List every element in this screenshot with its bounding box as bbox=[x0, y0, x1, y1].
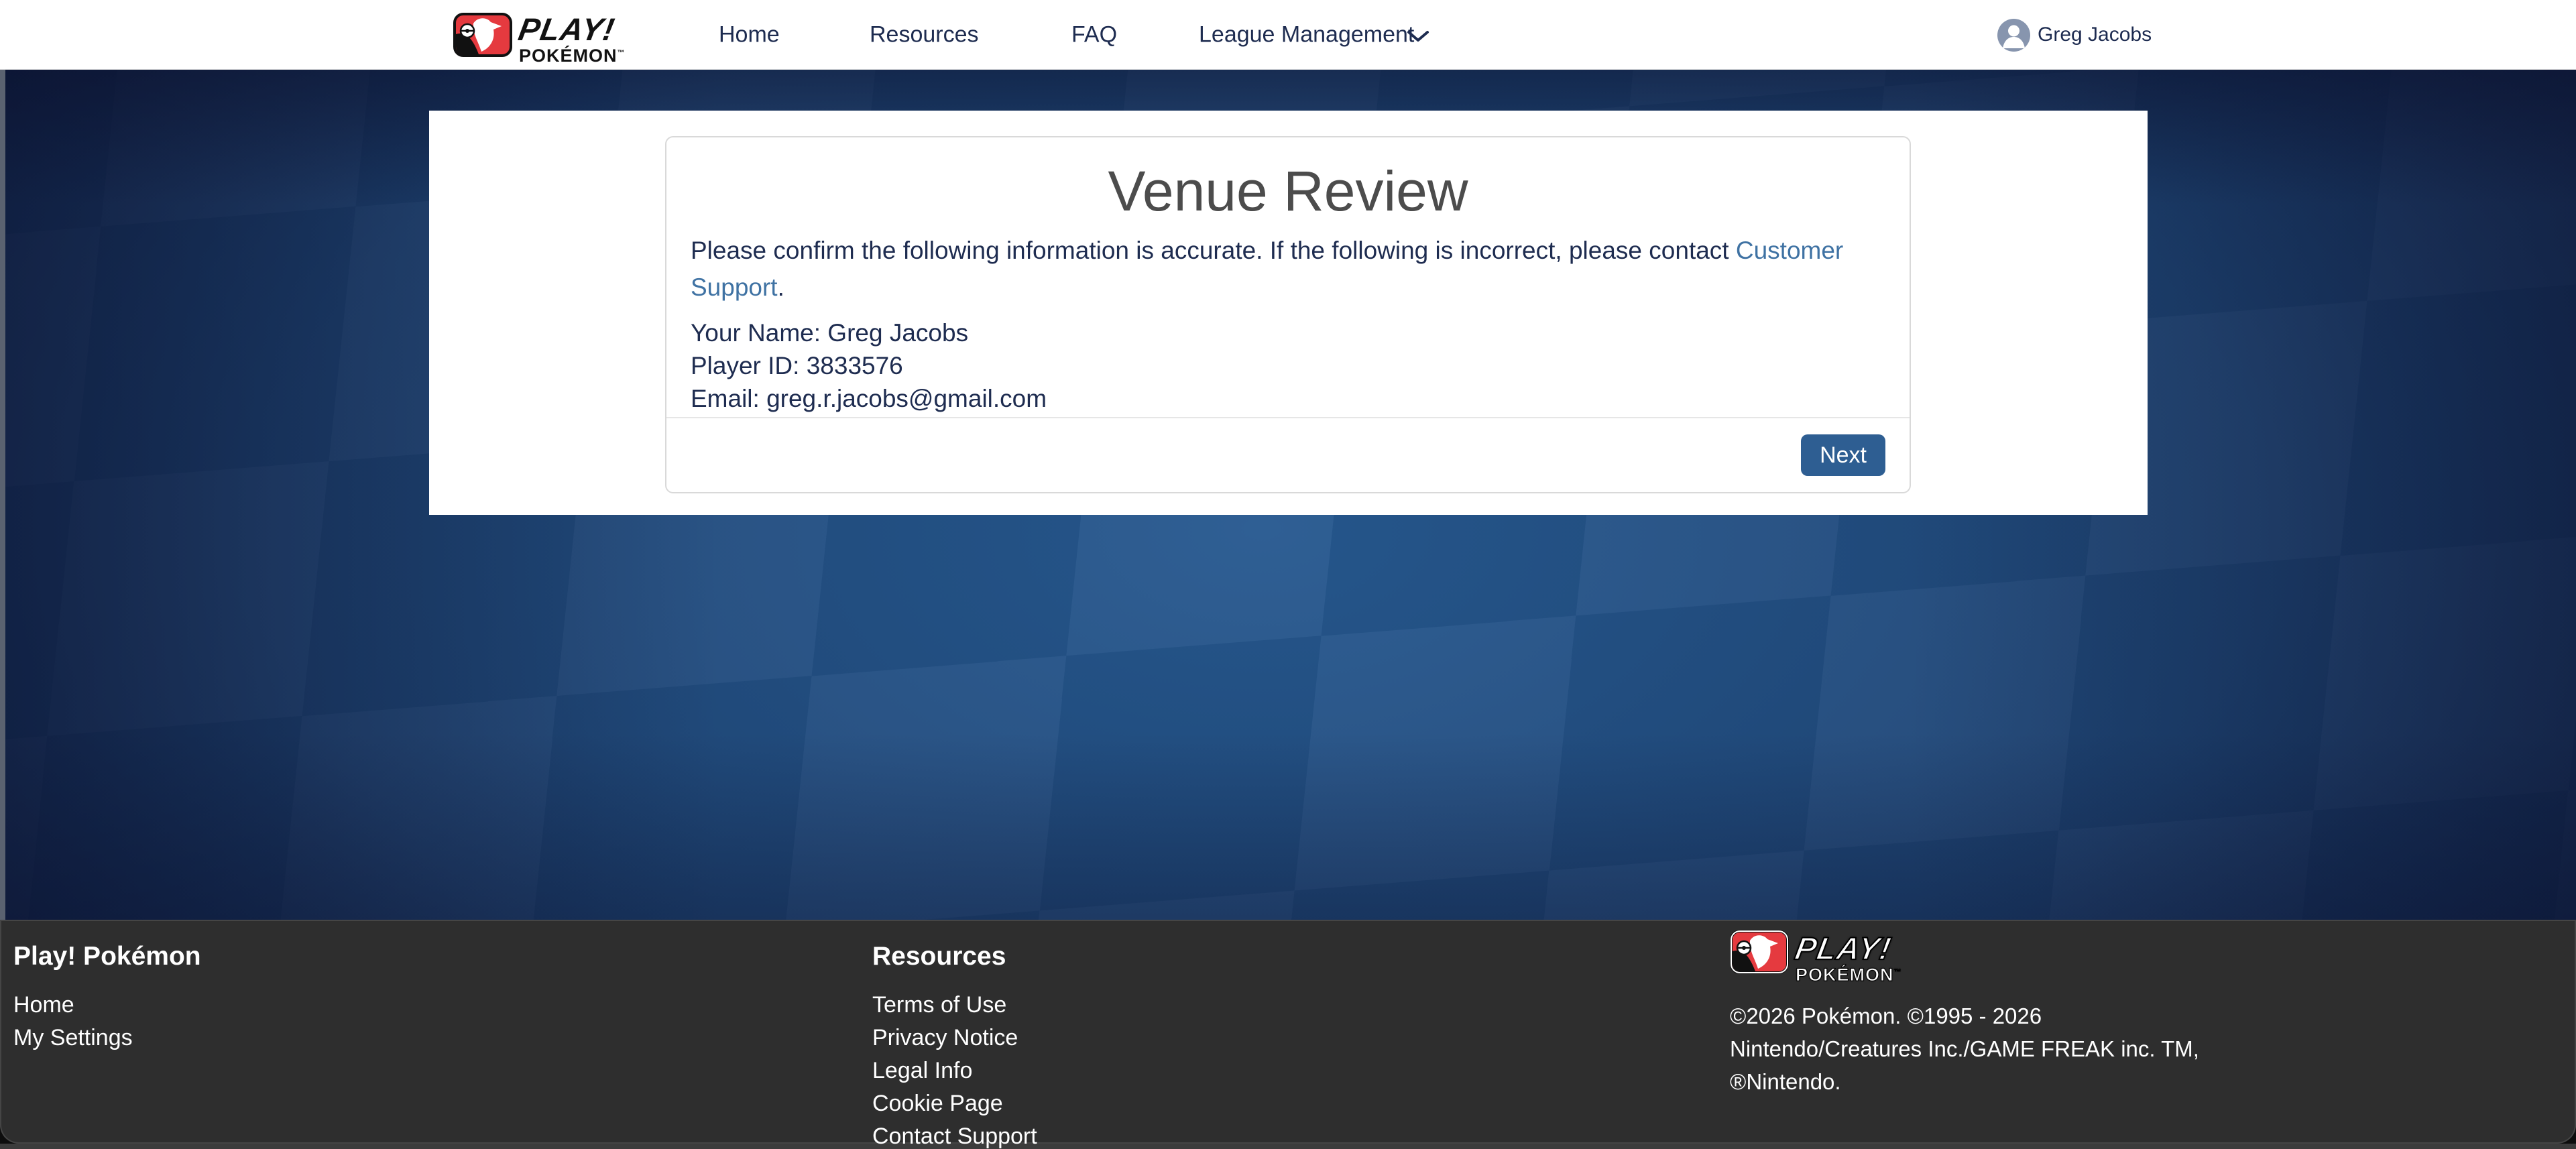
footer-link-legal-info[interactable]: Legal Info bbox=[872, 1054, 1037, 1087]
page-title: Venue Review bbox=[666, 158, 1910, 225]
player-id-line: Player ID: 3833576 bbox=[691, 349, 1885, 382]
window-edge-decoration bbox=[0, 69, 5, 920]
copyright-notice: ©2026 Pokémon. ©1995 - 2026 Nintendo/Cre… bbox=[1730, 1000, 2199, 1098]
footer-link-home[interactable]: Home bbox=[13, 989, 201, 1022]
copyright-line-3: ®Nintendo. bbox=[1730, 1065, 2199, 1098]
venue-review-card: Venue Review Please confirm the followin… bbox=[665, 136, 1911, 493]
top-navigation-bar: PLAY! POKÉMON™ Home Resources FAQ League… bbox=[0, 0, 2576, 70]
play-pokemon-logo[interactable]: PLAY! POKÉMON™ bbox=[453, 13, 654, 58]
copyright-line-2: Nintendo/Creatures Inc./GAME FREAK inc. … bbox=[1730, 1032, 2199, 1065]
player-email-line: Email: greg.r.jacobs@gmail.com bbox=[691, 382, 1885, 415]
confirmation-text-suffix: . bbox=[778, 274, 784, 301]
footer-link-my-settings[interactable]: My Settings bbox=[13, 1022, 201, 1054]
content-container: Venue Review Please confirm the followin… bbox=[429, 111, 2148, 515]
main-background: Venue Review Please confirm the followin… bbox=[0, 69, 2576, 920]
player-name-line: Your Name: Greg Jacobs bbox=[691, 316, 1885, 349]
nav-item-faq[interactable]: FAQ bbox=[1071, 21, 1117, 48]
play-pokemon-logo-icon bbox=[453, 13, 512, 60]
nav-item-resources[interactable]: Resources bbox=[870, 21, 979, 48]
bottom-edge-decoration bbox=[0, 1144, 2576, 1149]
user-avatar-icon bbox=[1997, 19, 2030, 52]
footer-column-legal: PLAY! POKÉMON™ ©2026 Pokémon. ©1995 - 20… bbox=[1730, 920, 2199, 1098]
logo-tm-mark: ™ bbox=[618, 49, 626, 57]
footer-logo-tm-mark: ™ bbox=[1894, 968, 1902, 976]
page: PLAY! POKÉMON™ Home Resources FAQ League… bbox=[0, 0, 2576, 1149]
footer-link-contact-support[interactable]: Contact Support bbox=[872, 1120, 1037, 1149]
user-menu[interactable]: Greg Jacobs bbox=[1997, 18, 2152, 52]
footer-play-pokemon-logo: PLAY! POKÉMON™ bbox=[1730, 930, 1944, 981]
footer-column-play-pokemon: Play! Pokémon Home My Settings bbox=[13, 920, 201, 1054]
footer-heading-play-pokemon: Play! Pokémon bbox=[13, 942, 201, 971]
player-info-block: Your Name: Greg Jacobs Player ID: 383357… bbox=[691, 316, 1885, 415]
nav-item-league-management[interactable]: League Management bbox=[1199, 21, 1414, 48]
next-button[interactable]: Next bbox=[1801, 434, 1885, 476]
footer-link-terms-of-use[interactable]: Terms of Use bbox=[872, 989, 1037, 1022]
footer-play-pokemon-logo-icon bbox=[1730, 930, 1789, 977]
play-pokemon-wordmark: PLAY! POKÉMON™ bbox=[519, 13, 626, 65]
logo-pokemon-text: POKÉMON bbox=[519, 46, 618, 66]
copyright-line-1: ©2026 Pokémon. ©1995 - 2026 bbox=[1730, 1000, 2199, 1032]
page-footer: Play! Pokémon Home My Settings Resources… bbox=[0, 920, 2576, 1144]
logo-play-text: PLAY! bbox=[516, 13, 618, 45]
confirmation-text: Please confirm the following information… bbox=[691, 237, 1736, 264]
nav-item-home[interactable]: Home bbox=[719, 21, 780, 48]
footer-heading-resources: Resources bbox=[872, 942, 1037, 971]
user-name-label: Greg Jacobs bbox=[2038, 23, 2152, 46]
footer-link-privacy-notice[interactable]: Privacy Notice bbox=[872, 1022, 1037, 1054]
confirmation-message: Please confirm the following information… bbox=[691, 232, 1885, 306]
footer-column-resources: Resources Terms of Use Privacy Notice Le… bbox=[872, 920, 1037, 1149]
chevron-down-icon[interactable] bbox=[1407, 29, 1429, 46]
footer-logo-play-text: PLAY! bbox=[1793, 932, 1894, 964]
card-footer: Next bbox=[666, 417, 1910, 492]
footer-link-cookie-page[interactable]: Cookie Page bbox=[872, 1087, 1037, 1120]
footer-logo-pokemon-text: POKÉMON bbox=[1796, 965, 1894, 985]
